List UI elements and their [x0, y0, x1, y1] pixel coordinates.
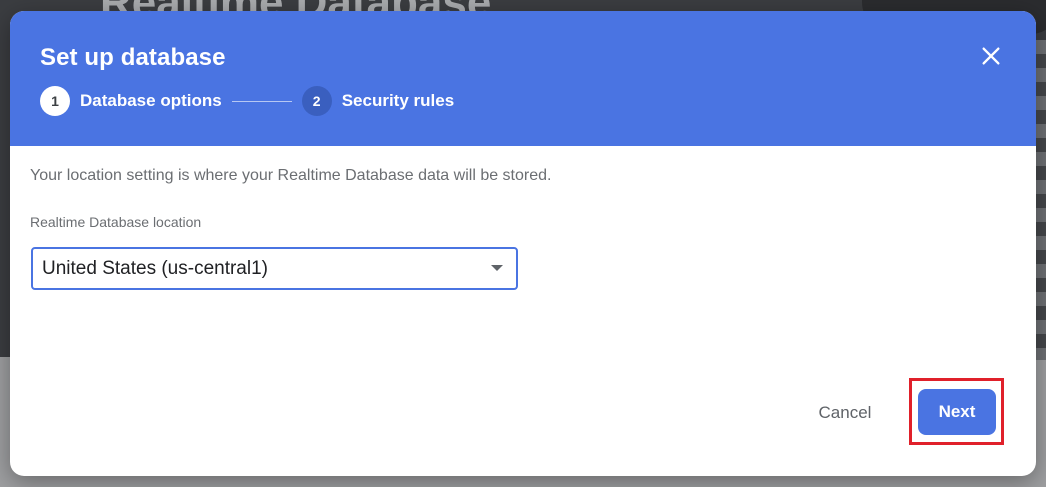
location-description: Your location setting is where your Real… [30, 167, 552, 184]
next-button[interactable]: Next [918, 389, 996, 435]
close-icon [982, 47, 1000, 65]
step-label-database-options: Database options [80, 91, 222, 110]
cancel-button[interactable]: Cancel [804, 397, 886, 429]
step-number-1: 1 [40, 86, 70, 116]
step-connector [231, 100, 292, 102]
setup-stepper: 1 Database options 2 Security rules [40, 86, 454, 116]
step-number-2: 2 [301, 86, 332, 116]
location-field-label: Realtime Database location [30, 214, 202, 230]
step-label-security-rules: Security rules [341, 91, 455, 110]
dropdown-arrow-icon [491, 265, 503, 271]
close-button[interactable] [976, 41, 1006, 71]
location-select-value: United States (us-central1) [42, 257, 268, 279]
dialog-title: Set up database [40, 44, 226, 71]
step-security-rules[interactable]: 2 Security rules [301, 86, 455, 116]
step-database-options[interactable]: 1 Database options [40, 86, 222, 116]
location-select[interactable]: United States (us-central1) [31, 247, 518, 290]
dialog-header: Set up database 1 Database options 2 Sec… [10, 11, 1036, 146]
